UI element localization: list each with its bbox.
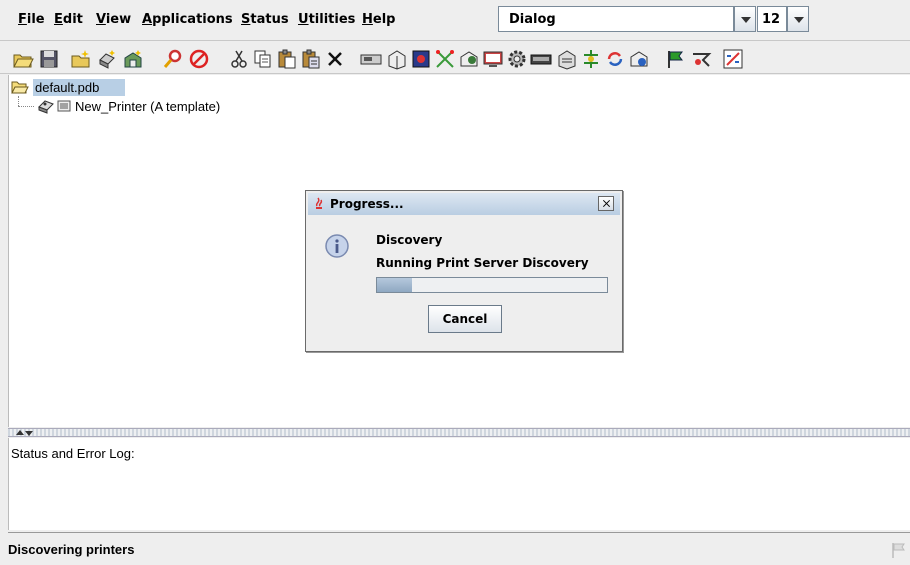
font-family-dropdown-icon[interactable] bbox=[734, 6, 756, 32]
menu-edit[interactable]: Edit bbox=[54, 12, 83, 27]
menu-bar: File Edit View Applications Status Utili… bbox=[0, 0, 910, 40]
dialog-title-bar[interactable]: Progress... bbox=[308, 193, 620, 215]
tree-node-printer[interactable]: New_Printer (A template) bbox=[37, 97, 220, 115]
network-card-icon[interactable] bbox=[360, 48, 382, 70]
folder-open-icon bbox=[11, 81, 29, 94]
progress-dialog: Progress... Discovery Running Print Serv… bbox=[305, 190, 623, 352]
save-icon[interactable] bbox=[38, 48, 60, 70]
stop-icon[interactable] bbox=[188, 48, 210, 70]
close-icon[interactable] bbox=[598, 196, 614, 211]
new-printer-icon[interactable] bbox=[96, 48, 118, 70]
menu-help[interactable]: Help bbox=[362, 12, 395, 27]
font-size-select[interactable]: 12 bbox=[757, 6, 787, 32]
printer-icon bbox=[38, 100, 54, 114]
menu-utilities[interactable]: Utilities bbox=[298, 12, 355, 27]
split-down-arrow-icon[interactable] bbox=[25, 431, 33, 436]
status-bar: Discovering printers bbox=[8, 532, 910, 565]
status-log-label: Status and Error Log: bbox=[11, 446, 135, 461]
status-text: Discovering printers bbox=[8, 542, 135, 557]
menu-status[interactable]: Status bbox=[241, 12, 289, 27]
tree-root-label: default.pdb bbox=[33, 78, 126, 96]
device-status-icon[interactable] bbox=[628, 48, 650, 70]
status-flag-icon bbox=[890, 541, 908, 562]
info-icon bbox=[324, 233, 350, 259]
menu-file[interactable]: File bbox=[18, 12, 45, 27]
dialog-heading: Discovery bbox=[376, 233, 443, 247]
template-icon bbox=[57, 100, 71, 112]
rack-icon[interactable] bbox=[530, 48, 552, 70]
cut-icon[interactable] bbox=[228, 48, 250, 70]
tools-icon[interactable] bbox=[434, 48, 456, 70]
split-up-arrow-icon[interactable] bbox=[16, 430, 24, 435]
tune-icon[interactable] bbox=[690, 48, 712, 70]
font-family-select[interactable]: Dialog bbox=[498, 6, 734, 32]
refresh-icon[interactable] bbox=[604, 48, 626, 70]
status-log-panel: Status and Error Log: bbox=[8, 438, 910, 530]
open-icon[interactable] bbox=[12, 48, 34, 70]
paste-icon[interactable] bbox=[276, 48, 298, 70]
pane-splitter[interactable] bbox=[8, 428, 910, 437]
printer-queue-icon[interactable] bbox=[556, 48, 578, 70]
font-size-dropdown-icon[interactable] bbox=[787, 6, 809, 32]
gear-icon[interactable] bbox=[506, 48, 528, 70]
cancel-button[interactable]: Cancel bbox=[428, 305, 502, 333]
progress-bar-fill bbox=[377, 278, 412, 292]
new-device-icon[interactable] bbox=[122, 48, 144, 70]
java-icon bbox=[315, 197, 323, 209]
paste-special-icon[interactable] bbox=[300, 48, 322, 70]
toolbar bbox=[0, 40, 910, 74]
new-folder-icon[interactable] bbox=[70, 48, 92, 70]
copy-icon[interactable] bbox=[252, 48, 274, 70]
find-icon[interactable] bbox=[162, 48, 184, 70]
tree-node-label: New_Printer (A template) bbox=[75, 98, 221, 114]
stats-icon[interactable] bbox=[722, 48, 744, 70]
menu-applications[interactable]: Applications bbox=[142, 12, 233, 27]
printer-info-icon[interactable] bbox=[386, 48, 408, 70]
progress-bar bbox=[376, 277, 608, 293]
connect-icon[interactable] bbox=[580, 48, 602, 70]
monitor-icon[interactable] bbox=[482, 48, 504, 70]
tree-root-node[interactable]: default.pdb bbox=[11, 78, 126, 96]
delete-icon[interactable] bbox=[324, 48, 346, 70]
dialog-title: Progress... bbox=[330, 197, 404, 211]
book-icon[interactable] bbox=[410, 48, 432, 70]
tree-connector bbox=[18, 106, 34, 107]
menu-view[interactable]: View bbox=[96, 12, 131, 27]
flag-icon[interactable] bbox=[664, 48, 686, 70]
tree-connector bbox=[18, 96, 19, 106]
dialog-message: Running Print Server Discovery bbox=[376, 256, 589, 270]
settings-icon[interactable] bbox=[458, 48, 480, 70]
